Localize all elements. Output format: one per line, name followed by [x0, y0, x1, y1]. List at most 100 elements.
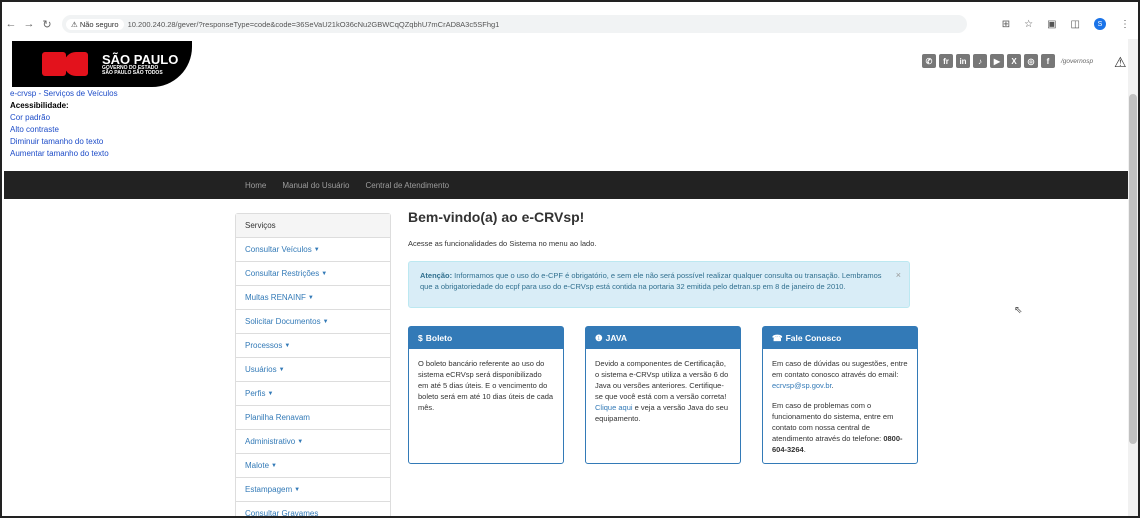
caret-down-icon: ▼: [322, 318, 329, 325]
scrollbar-thumb[interactable]: [1129, 94, 1137, 444]
page-scrollbar[interactable]: [1128, 39, 1138, 516]
logo-title: SÃO PAULO: [102, 51, 179, 67]
logo-slogan: SÃO PAULO SÃO TODOS: [102, 69, 163, 76]
high-contrast-link[interactable]: Alto contraste: [10, 124, 118, 136]
sidebar-item-users[interactable]: Usuários ▼: [236, 358, 390, 382]
browser-toolbar: ← → ↻ ⚠ Não seguro 10.200.240.28/gever/?…: [2, 12, 1138, 36]
sp-map-icon: [42, 52, 92, 76]
reload-icon[interactable]: ↻: [38, 18, 56, 31]
sidebar-item-label: Consultar Gravames: [245, 509, 319, 518]
java-panel: ❶ JAVA Devido a componentes de Certificaç…: [585, 326, 741, 464]
dollar-icon: $: [418, 333, 423, 343]
sidebar-item-fines-renainf[interactable]: Multas RENAINF ▼: [236, 286, 390, 310]
contact-title: Fale Conosco: [785, 333, 842, 343]
caret-down-icon: ▼: [294, 486, 301, 493]
boleto-panel: $ Boleto O boleto bancário referente ao u…: [408, 326, 564, 464]
sidebar-item-request-documents[interactable]: Solicitar Documentos ▼: [236, 310, 390, 334]
web-page: SÃO PAULO GOVERNO DO ESTADO SÃO PAULO SÃ…: [4, 39, 1128, 518]
sidebar-item-label: Multas RENAINF: [245, 293, 306, 302]
sidebar-item-label: Processos: [245, 341, 283, 350]
sidebar-item-label: Consultar Restrições: [245, 269, 320, 278]
mouse-cursor-icon: ⇖: [1014, 305, 1023, 316]
instagram-icon[interactable]: ◎: [1024, 54, 1038, 68]
extension-icon[interactable]: ▣: [1047, 19, 1056, 30]
sidebar-item-pouch[interactable]: Malote ▼: [236, 454, 390, 478]
forward-icon[interactable]: →: [20, 18, 38, 30]
nav-home[interactable]: Home: [245, 181, 266, 190]
tiktok-icon[interactable]: ♪: [973, 54, 987, 68]
decrease-text-link[interactable]: Diminuir tamanho do texto: [10, 136, 118, 148]
default-color-link[interactable]: Cor padrão: [10, 112, 118, 124]
sidebar-item-consult-restrictions[interactable]: Consultar Restrições ▼: [236, 262, 390, 286]
back-icon[interactable]: ←: [2, 18, 20, 30]
info-icon: ❶: [595, 332, 603, 343]
flickr-icon[interactable]: fr: [939, 54, 953, 68]
caret-down-icon: ▼: [278, 366, 285, 373]
sp-government-logo[interactable]: SÃO PAULO GOVERNO DO ESTADO SÃO PAULO SÃ…: [12, 41, 192, 87]
sidebar-item-administrative[interactable]: Administrativo ▼: [236, 430, 390, 454]
contact-email-link[interactable]: ecrvsp@sp.gov.br: [772, 381, 832, 390]
x-icon[interactable]: X: [1007, 54, 1021, 68]
top-navbar: Home Manual do Usuário Central de Atendi…: [4, 171, 1128, 199]
facebook-icon[interactable]: f: [1041, 54, 1055, 68]
youtube-icon[interactable]: ▶: [990, 54, 1004, 68]
sidebar-item-label: Perfis: [245, 389, 266, 398]
warning-icon[interactable]: ⚠: [1114, 54, 1127, 71]
caret-down-icon: ▼: [313, 246, 320, 253]
alert-strong: Atenção:: [420, 271, 453, 280]
sidebar-item-stamping[interactable]: Estampagem ▼: [236, 478, 390, 502]
social-handle: /governosp: [1061, 57, 1094, 65]
caret-down-icon: ▼: [271, 462, 277, 469]
not-secure-badge[interactable]: ⚠ Não seguro: [66, 18, 124, 30]
phone-icon: ☎: [772, 332, 783, 343]
contact-panel: ☎ Fale Conosco Em caso de dúvidas ou suge…: [762, 326, 918, 464]
social-links: ✆ fr in ♪ ▶ X ◎ f /governosp: [922, 54, 1093, 68]
ecpf-alert: Atenção: Informamos que o uso do e-CPF é…: [408, 261, 910, 308]
intro-text: Acesse as funcionalidades do Sistema no …: [408, 239, 597, 248]
bookmark-star-icon[interactable]: ☆: [1024, 19, 1033, 30]
sidebar-item-label: Planilha Renavam: [245, 413, 310, 422]
sidebar-item-consult-vehicles[interactable]: Consultar Veículos ▼: [236, 238, 390, 262]
sidebar-item-label: Malote: [245, 461, 270, 470]
page-title: Bem-vindo(a) ao e-CRVsp!: [408, 209, 585, 225]
sidebar-item-label: Consultar Veículos: [245, 245, 312, 254]
url-text[interactable]: 10.200.240.28/gever/?responseType=code&c…: [128, 20, 500, 29]
menu-kebab-icon[interactable]: ⋮: [1120, 19, 1130, 30]
puzzle-icon[interactable]: ◫: [1071, 19, 1080, 30]
main-content: Bem-vindo(a) ao e-CRVsp! Acesse as funci…: [408, 209, 918, 464]
sidebar-item-profiles[interactable]: Perfis ▼: [236, 382, 390, 406]
sidebar-item-processes[interactable]: Processos ▼: [236, 334, 390, 358]
increase-text-link[interactable]: Aumentar tamanho do texto: [10, 148, 118, 160]
browser-window: ← → ↻ ⚠ Não seguro 10.200.240.28/gever/?…: [0, 0, 1140, 518]
alert-close-button[interactable]: ×: [896, 270, 901, 281]
nav-service-center[interactable]: Central de Atendimento: [366, 181, 450, 190]
sidebar-item-label: Administrativo: [245, 437, 296, 446]
nav-user-manual[interactable]: Manual do Usuário: [282, 181, 349, 190]
sidebar-item-label: Estampagem: [245, 485, 293, 494]
sidebar-item-consult-liens[interactable]: Consultar Gravames: [236, 502, 390, 518]
java-title: JAVA: [605, 333, 628, 343]
whatsapp-icon[interactable]: ✆: [922, 54, 936, 68]
linkedin-icon[interactable]: in: [956, 54, 970, 68]
sidebar-item-renavam-sheet[interactable]: Planilha Renavam: [236, 406, 390, 430]
services-sidebar: Serviços Consultar Veículos ▼ Consultar Re…: [235, 213, 391, 518]
not-secure-label: Não seguro: [79, 19, 119, 29]
translate-icon[interactable]: ⊞: [1002, 19, 1010, 30]
accessibility-title: Acessibilidade:: [10, 101, 69, 110]
caret-down-icon: ▼: [284, 342, 291, 349]
accessibility-menu: e-crvsp - Serviços de Veículos Acessibil…: [10, 88, 118, 160]
profile-avatar[interactable]: S: [1094, 18, 1106, 30]
contact-email-text: Em caso de dúvidas ou sugestões, entre e…: [772, 359, 908, 379]
contact-phone-end: .: [803, 445, 806, 454]
address-bar[interactable]: ⚠ Não seguro 10.200.240.28/gever/?respon…: [62, 15, 967, 33]
java-check-link[interactable]: Clique aqui: [595, 403, 633, 412]
alert-text: Informamos que o uso do e-CPF é obrigató…: [420, 271, 882, 291]
java-text: Devido a componentes de Certificação, o …: [595, 359, 729, 401]
caret-down-icon: ▼: [297, 438, 304, 445]
caret-down-icon: ▼: [267, 390, 274, 397]
contact-phone-text: Em caso de problemas com o funcionamento…: [772, 401, 894, 443]
caret-down-icon: ▼: [321, 270, 328, 277]
site-link[interactable]: e-crvsp - Serviços de Veículos: [10, 88, 118, 100]
sidebar-item-label: Usuários: [245, 365, 277, 374]
sidebar-item-label: Solicitar Documentos: [245, 317, 321, 326]
